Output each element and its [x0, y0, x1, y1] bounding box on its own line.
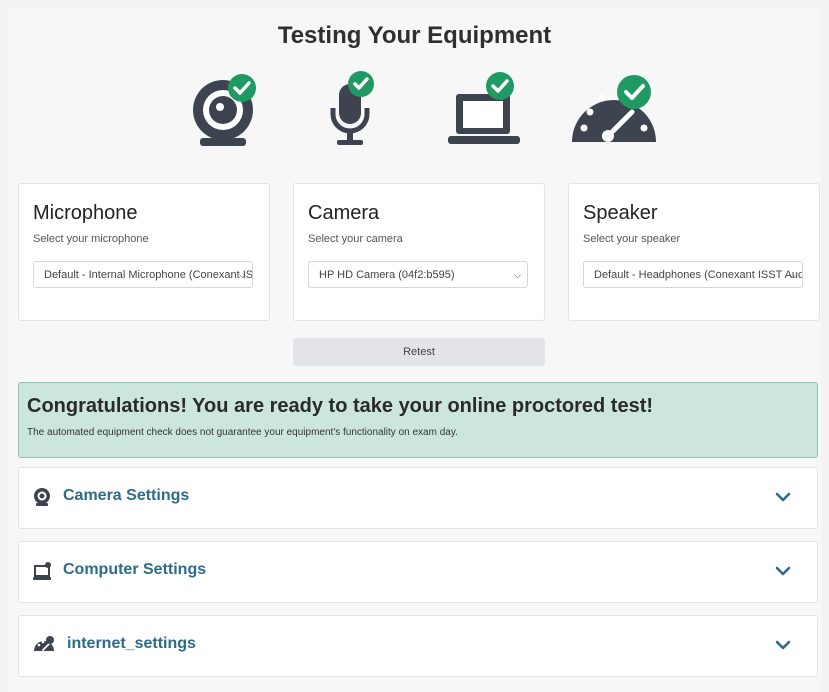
banner-title: Congratulations! You are ready to take y…	[27, 395, 654, 417]
page-title: Testing Your Equipment	[277, 22, 552, 49]
internet-settings-label: internet_settings	[67, 635, 196, 652]
speaker-card-subtitle: Select your speaker	[583, 233, 681, 245]
camera-card-title: Camera	[308, 202, 380, 224]
chevron-down-icon: ⌵	[514, 270, 521, 280]
chevron-down-icon[interactable]	[775, 490, 791, 508]
microphone-card-subtitle: Select your microphone	[33, 233, 149, 245]
webcam-icon	[193, 74, 256, 146]
microphone-select-value: Default - Internal Microphone (Conexant …	[44, 269, 253, 281]
speedometer-icon	[33, 635, 55, 658]
microphone-card-title: Microphone	[33, 202, 138, 224]
chevron-down-icon: ⌵	[239, 270, 246, 280]
camera-select[interactable]: HP HD Camera (04f2:b595) ⌵	[308, 261, 528, 288]
camera-select-value: HP HD Camera (04f2:b595)	[319, 269, 455, 281]
check-badge-icon	[348, 71, 374, 97]
microphone-status	[325, 70, 381, 150]
computer-settings-label: Computer Settings	[63, 561, 207, 578]
speedometer-icon	[572, 75, 656, 142]
check-badge-icon	[228, 74, 256, 102]
camera-card: Camera Select your camera HP HD Camera (…	[293, 183, 545, 321]
speaker-select[interactable]: Default - Headphones (Conexant ISST Audi…	[583, 261, 803, 288]
microphone-icon	[330, 71, 374, 145]
chevron-down-icon[interactable]	[775, 638, 791, 656]
chevron-down-icon: ⌵	[789, 270, 796, 280]
check-badge-icon	[617, 75, 651, 109]
microphone-select[interactable]: Default - Internal Microphone (Conexant …	[33, 261, 253, 288]
success-banner: Congratulations! You are ready to take y…	[18, 382, 818, 458]
retest-button[interactable]: Retest	[293, 338, 545, 366]
camera-settings-section[interactable]: Camera Settings	[18, 467, 818, 529]
camera-settings-label: Camera Settings	[63, 487, 190, 504]
speedometer-status	[568, 70, 660, 150]
speaker-select-value: Default - Headphones (Conexant ISST Audi…	[594, 269, 803, 281]
check-badge-icon	[486, 72, 514, 100]
microphone-card: Microphone Select your microphone Defaul…	[18, 183, 270, 321]
banner-note: The automated equipment check does not g…	[27, 427, 458, 438]
chevron-down-icon[interactable]	[775, 564, 791, 582]
webcam-icon	[33, 487, 51, 512]
computer-settings-section[interactable]: Computer Settings	[18, 541, 818, 603]
webcam-status	[190, 72, 260, 148]
computer-icon	[33, 561, 53, 586]
speaker-card-title: Speaker	[583, 202, 658, 224]
laptop-status	[448, 70, 524, 150]
internet-settings-section[interactable]: internet_settings	[18, 615, 818, 677]
laptop-icon	[448, 72, 520, 144]
camera-card-subtitle: Select your camera	[308, 233, 403, 245]
speaker-card: Speaker Select your speaker Default - He…	[568, 183, 820, 321]
